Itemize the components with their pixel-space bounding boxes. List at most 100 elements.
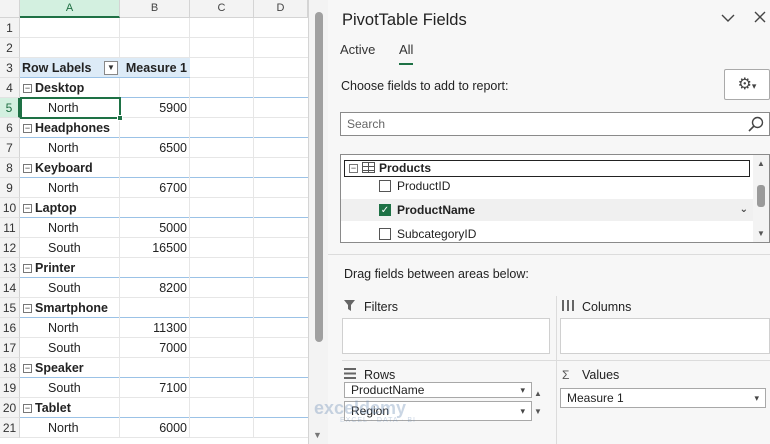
row-header-6[interactable]: 6 — [0, 118, 20, 138]
row-header-1[interactable]: 1 — [0, 18, 20, 38]
region-cell[interactable]: North — [20, 218, 120, 238]
value-cell[interactable]: 5000 — [120, 218, 190, 238]
value-cell[interactable] — [120, 198, 190, 218]
row-header-14[interactable]: 14 — [0, 278, 20, 298]
row-labels-header-cell[interactable]: Row Labels ▼ — [20, 58, 120, 78]
group-label-cell[interactable]: − Desktop — [20, 78, 120, 98]
row-header-8[interactable]: 8 — [0, 158, 20, 178]
search-input[interactable]: Search — [340, 112, 770, 136]
columns-drop-zone[interactable] — [560, 318, 770, 354]
value-cell[interactable] — [120, 398, 190, 418]
collapse-icon[interactable]: − — [23, 124, 32, 133]
tools-button[interactable]: ⚙▾ — [724, 69, 770, 100]
scrollbar-thumb[interactable] — [757, 185, 765, 207]
value-cell[interactable] — [120, 158, 190, 178]
collapse-icon[interactable]: − — [23, 84, 32, 93]
filter-dropdown-icon[interactable]: ▼ — [104, 61, 118, 75]
region-cell[interactable]: North — [20, 418, 120, 438]
row-header-12[interactable]: 12 — [0, 238, 20, 258]
group-label-cell[interactable]: − Keyboard — [20, 158, 120, 178]
field-checkbox[interactable] — [379, 228, 391, 240]
chevron-down-icon[interactable]: ⌄ — [740, 199, 748, 221]
group-label-cell[interactable]: − Laptop — [20, 198, 120, 218]
tab-all[interactable]: All — [399, 42, 414, 65]
search-icon[interactable] — [747, 115, 765, 133]
value-cell[interactable] — [120, 358, 190, 378]
tab-active[interactable]: Active — [340, 42, 375, 57]
collapse-icon[interactable]: − — [23, 204, 32, 213]
row-header-17[interactable]: 17 — [0, 338, 20, 358]
row-header-15[interactable]: 15 — [0, 298, 20, 318]
rows-area-scrollbar[interactable]: ▲ ▼ — [534, 383, 546, 423]
field-item-productname[interactable]: ✓ ProductName ⌄ — [341, 199, 754, 221]
field-list-scrollbar[interactable]: ▲ ▼ — [753, 155, 769, 242]
value-cell[interactable] — [120, 18, 190, 38]
chevron-down-icon[interactable]: ▾ — [754, 389, 759, 407]
row-header-2[interactable]: 2 — [0, 38, 20, 58]
collapse-icon[interactable]: − — [23, 264, 32, 273]
spreadsheet[interactable]: A B C D 1 2 3 Row Labels ▼ Measure 1 4− Desktop… — [0, 0, 308, 444]
row-header-16[interactable]: 16 — [0, 318, 20, 338]
row-header-20[interactable]: 20 — [0, 398, 20, 418]
chevron-down-icon[interactable] — [718, 10, 738, 27]
row-header-11[interactable]: 11 — [0, 218, 20, 238]
field-checkbox[interactable] — [379, 180, 391, 192]
close-icon[interactable] — [750, 10, 770, 27]
region-cell[interactable]: South — [20, 278, 120, 298]
field-item-subcategoryid[interactable]: SubcategoryID — [341, 223, 754, 242]
cell[interactable] — [20, 38, 120, 58]
value-cell[interactable] — [120, 298, 190, 318]
region-cell[interactable]: South — [20, 238, 120, 258]
collapse-icon[interactable]: − — [23, 304, 32, 313]
value-cell[interactable]: 6700 — [120, 178, 190, 198]
column-header-d[interactable]: D — [254, 0, 308, 18]
collapse-icon[interactable]: − — [23, 404, 32, 413]
scroll-up-icon[interactable]: ▲ — [757, 159, 765, 168]
value-cell[interactable] — [120, 78, 190, 98]
value-cell[interactable]: 8200 — [120, 278, 190, 298]
column-header-b[interactable]: B — [120, 0, 190, 18]
cell[interactable] — [20, 18, 120, 38]
row-header-21[interactable]: 21 — [0, 418, 20, 438]
row-header-10[interactable]: 10 — [0, 198, 20, 218]
value-cell[interactable]: 5900 — [120, 98, 190, 118]
row-header-7[interactable]: 7 — [0, 138, 20, 158]
value-cell[interactable]: 6000 — [120, 418, 190, 438]
collapse-icon[interactable]: − — [23, 164, 32, 173]
value-cell[interactable]: 11300 — [120, 318, 190, 338]
group-label-cell[interactable]: − Smartphone — [20, 298, 120, 318]
region-cell[interactable]: South — [20, 338, 120, 358]
rows-field-productname[interactable]: ProductName ▾ — [344, 382, 532, 398]
group-label-cell[interactable]: − Printer — [20, 258, 120, 278]
values-field-measure1[interactable]: Measure 1 ▾ — [560, 388, 766, 408]
measure-header-cell[interactable]: Measure 1 — [120, 58, 190, 78]
filters-drop-zone[interactable] — [342, 318, 550, 354]
row-header-9[interactable]: 9 — [0, 178, 20, 198]
row-header-13[interactable]: 13 — [0, 258, 20, 278]
group-label-cell[interactable]: − Tablet — [20, 398, 120, 418]
field-checkbox[interactable]: ✓ — [379, 204, 391, 216]
row-header-4[interactable]: 4 — [0, 78, 20, 98]
column-header-a[interactable]: A — [20, 0, 120, 18]
value-cell[interactable]: 7100 — [120, 378, 190, 398]
row-header-3[interactable]: 3 — [0, 58, 20, 78]
chevron-down-icon[interactable]: ▾ — [520, 402, 525, 420]
value-cell[interactable]: 6500 — [120, 138, 190, 158]
region-cell[interactable]: North — [20, 138, 120, 158]
row-header-5[interactable]: 5 — [0, 98, 20, 118]
collapse-icon[interactable]: − — [349, 164, 358, 173]
row-header-19[interactable]: 19 — [0, 378, 20, 398]
scroll-down-icon[interactable]: ▼ — [313, 430, 322, 440]
pane-divider[interactable] — [328, 254, 770, 255]
group-label-cell[interactable]: − Speaker — [20, 358, 120, 378]
field-item-productid[interactable]: ProductID — [341, 175, 754, 197]
region-cell[interactable]: South — [20, 378, 120, 398]
scroll-down-icon[interactable]: ▼ — [757, 229, 765, 238]
row-header-18[interactable]: 18 — [0, 358, 20, 378]
fill-handle[interactable] — [117, 115, 123, 121]
vertical-scrollbar[interactable]: ▼ — [308, 0, 328, 444]
scrollbar-thumb[interactable] — [315, 12, 323, 342]
value-cell[interactable] — [120, 258, 190, 278]
value-cell[interactable]: 16500 — [120, 238, 190, 258]
collapse-icon[interactable]: − — [23, 364, 32, 373]
